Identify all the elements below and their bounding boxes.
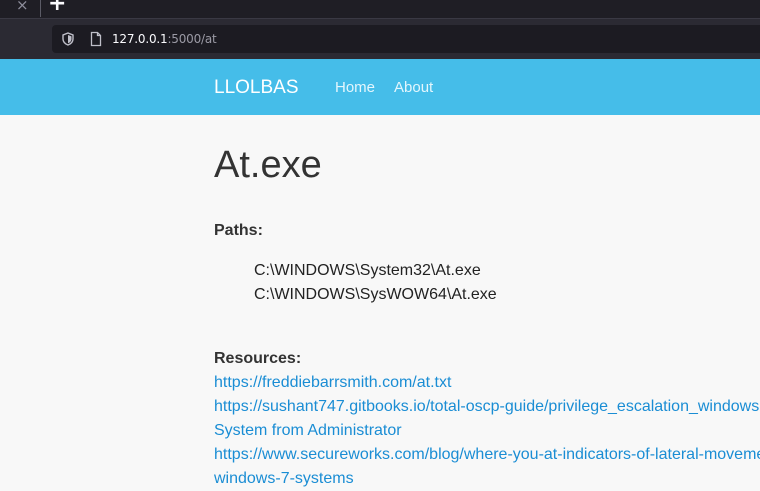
close-tab-icon[interactable]: × (16, 0, 30, 14)
resource-link[interactable]: https://freddiebarrsmith.com/at.txt (214, 371, 451, 395)
page-title: At.exe (214, 144, 322, 186)
nav-link-home[interactable]: Home (335, 79, 375, 97)
resource-link-continuation[interactable]: windows-7-systems (214, 467, 354, 491)
path-item: C:\WINDOWS\System32\At.exe (254, 262, 481, 279)
resource-link-continuation[interactable]: System from Administrator (214, 419, 402, 443)
resource-link[interactable]: https://sushant747.gitbooks.io/total-osc… (214, 395, 759, 419)
site-brand[interactable]: LLOLBAS (214, 77, 299, 99)
path-item: C:\WINDOWS\SysWOW64\At.exe (254, 286, 497, 303)
site-navbar: LLOLBAS Home About (0, 59, 760, 115)
url-host: 127.0.0.1 (112, 32, 168, 46)
nav-link-about[interactable]: About (394, 79, 433, 97)
shield-icon[interactable] (61, 32, 75, 46)
resource-link[interactable]: https://www.secureworks.com/blog/where-y… (214, 443, 760, 467)
url-path: :5000/at (167, 32, 217, 46)
address-bar[interactable]: 127.0.0.1:5000/at (52, 25, 760, 53)
url-text[interactable]: 127.0.0.1:5000/at (112, 32, 217, 46)
page-icon (90, 31, 102, 47)
main-content: At.exe Paths: C:\WINDOWS\System32\At.exe… (214, 115, 760, 487)
resources-label: Resources: (214, 350, 302, 367)
paths-label: Paths: (214, 222, 263, 239)
tab-separator (40, 0, 41, 17)
tab-strip: × + (0, 0, 760, 20)
browser-toolbar: 127.0.0.1:5000/at (0, 18, 760, 59)
new-tab-icon[interactable]: + (48, 0, 66, 15)
